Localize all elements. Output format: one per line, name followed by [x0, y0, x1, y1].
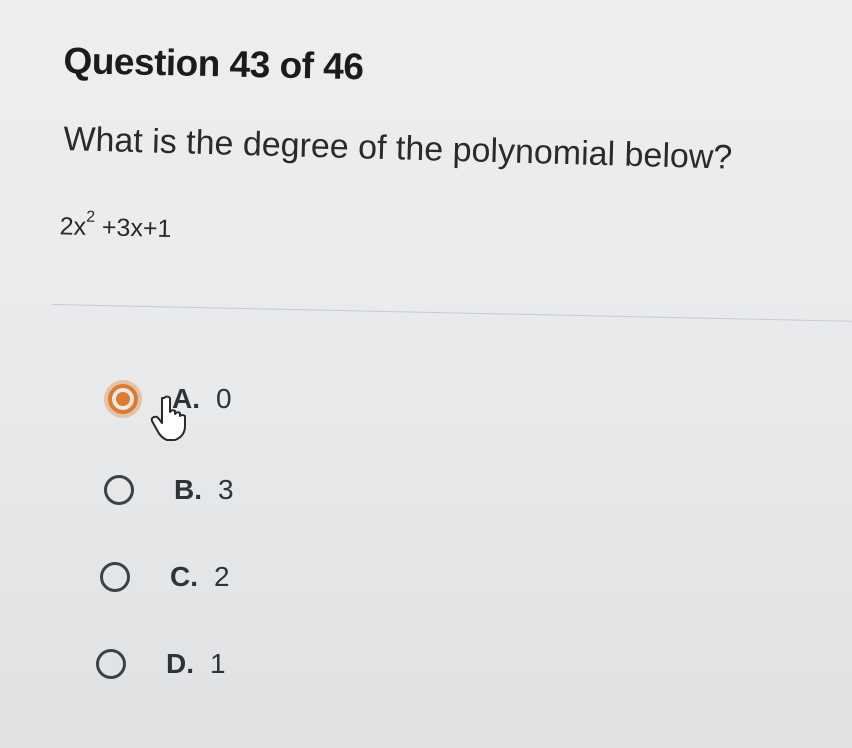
- expression-part2: +3x+1: [94, 213, 172, 244]
- expression-exponent: 2: [86, 208, 96, 226]
- radio-button-a[interactable]: [108, 384, 138, 414]
- divider: [51, 304, 852, 322]
- option-c[interactable]: C. 2: [100, 561, 230, 593]
- option-c-letter: C.: [170, 561, 198, 592]
- hand-pointer-icon: [150, 395, 186, 441]
- option-b-letter: B.: [174, 474, 202, 505]
- option-c-value: 2: [214, 561, 230, 592]
- option-b[interactable]: B. 3: [104, 474, 234, 506]
- question-title: Question 43 of 46: [63, 40, 364, 88]
- quiz-page: Question 43 of 46 What is the degree of …: [0, 0, 852, 748]
- option-d-value: 1: [210, 648, 226, 679]
- expression-part1: 2x: [59, 212, 87, 241]
- option-d[interactable]: D. 1: [96, 648, 226, 680]
- option-a-value: 0: [216, 383, 232, 414]
- radio-button-c[interactable]: [100, 562, 130, 592]
- radio-dot-a: [116, 392, 130, 406]
- polynomial-expression: 2x2 +3x+1: [59, 208, 172, 244]
- option-d-letter: D.: [166, 648, 194, 679]
- radio-button-b[interactable]: [104, 475, 134, 505]
- radio-button-d[interactable]: [96, 649, 126, 679]
- question-prompt: What is the degree of the polynomial bel…: [62, 120, 733, 177]
- option-b-value: 3: [218, 474, 234, 505]
